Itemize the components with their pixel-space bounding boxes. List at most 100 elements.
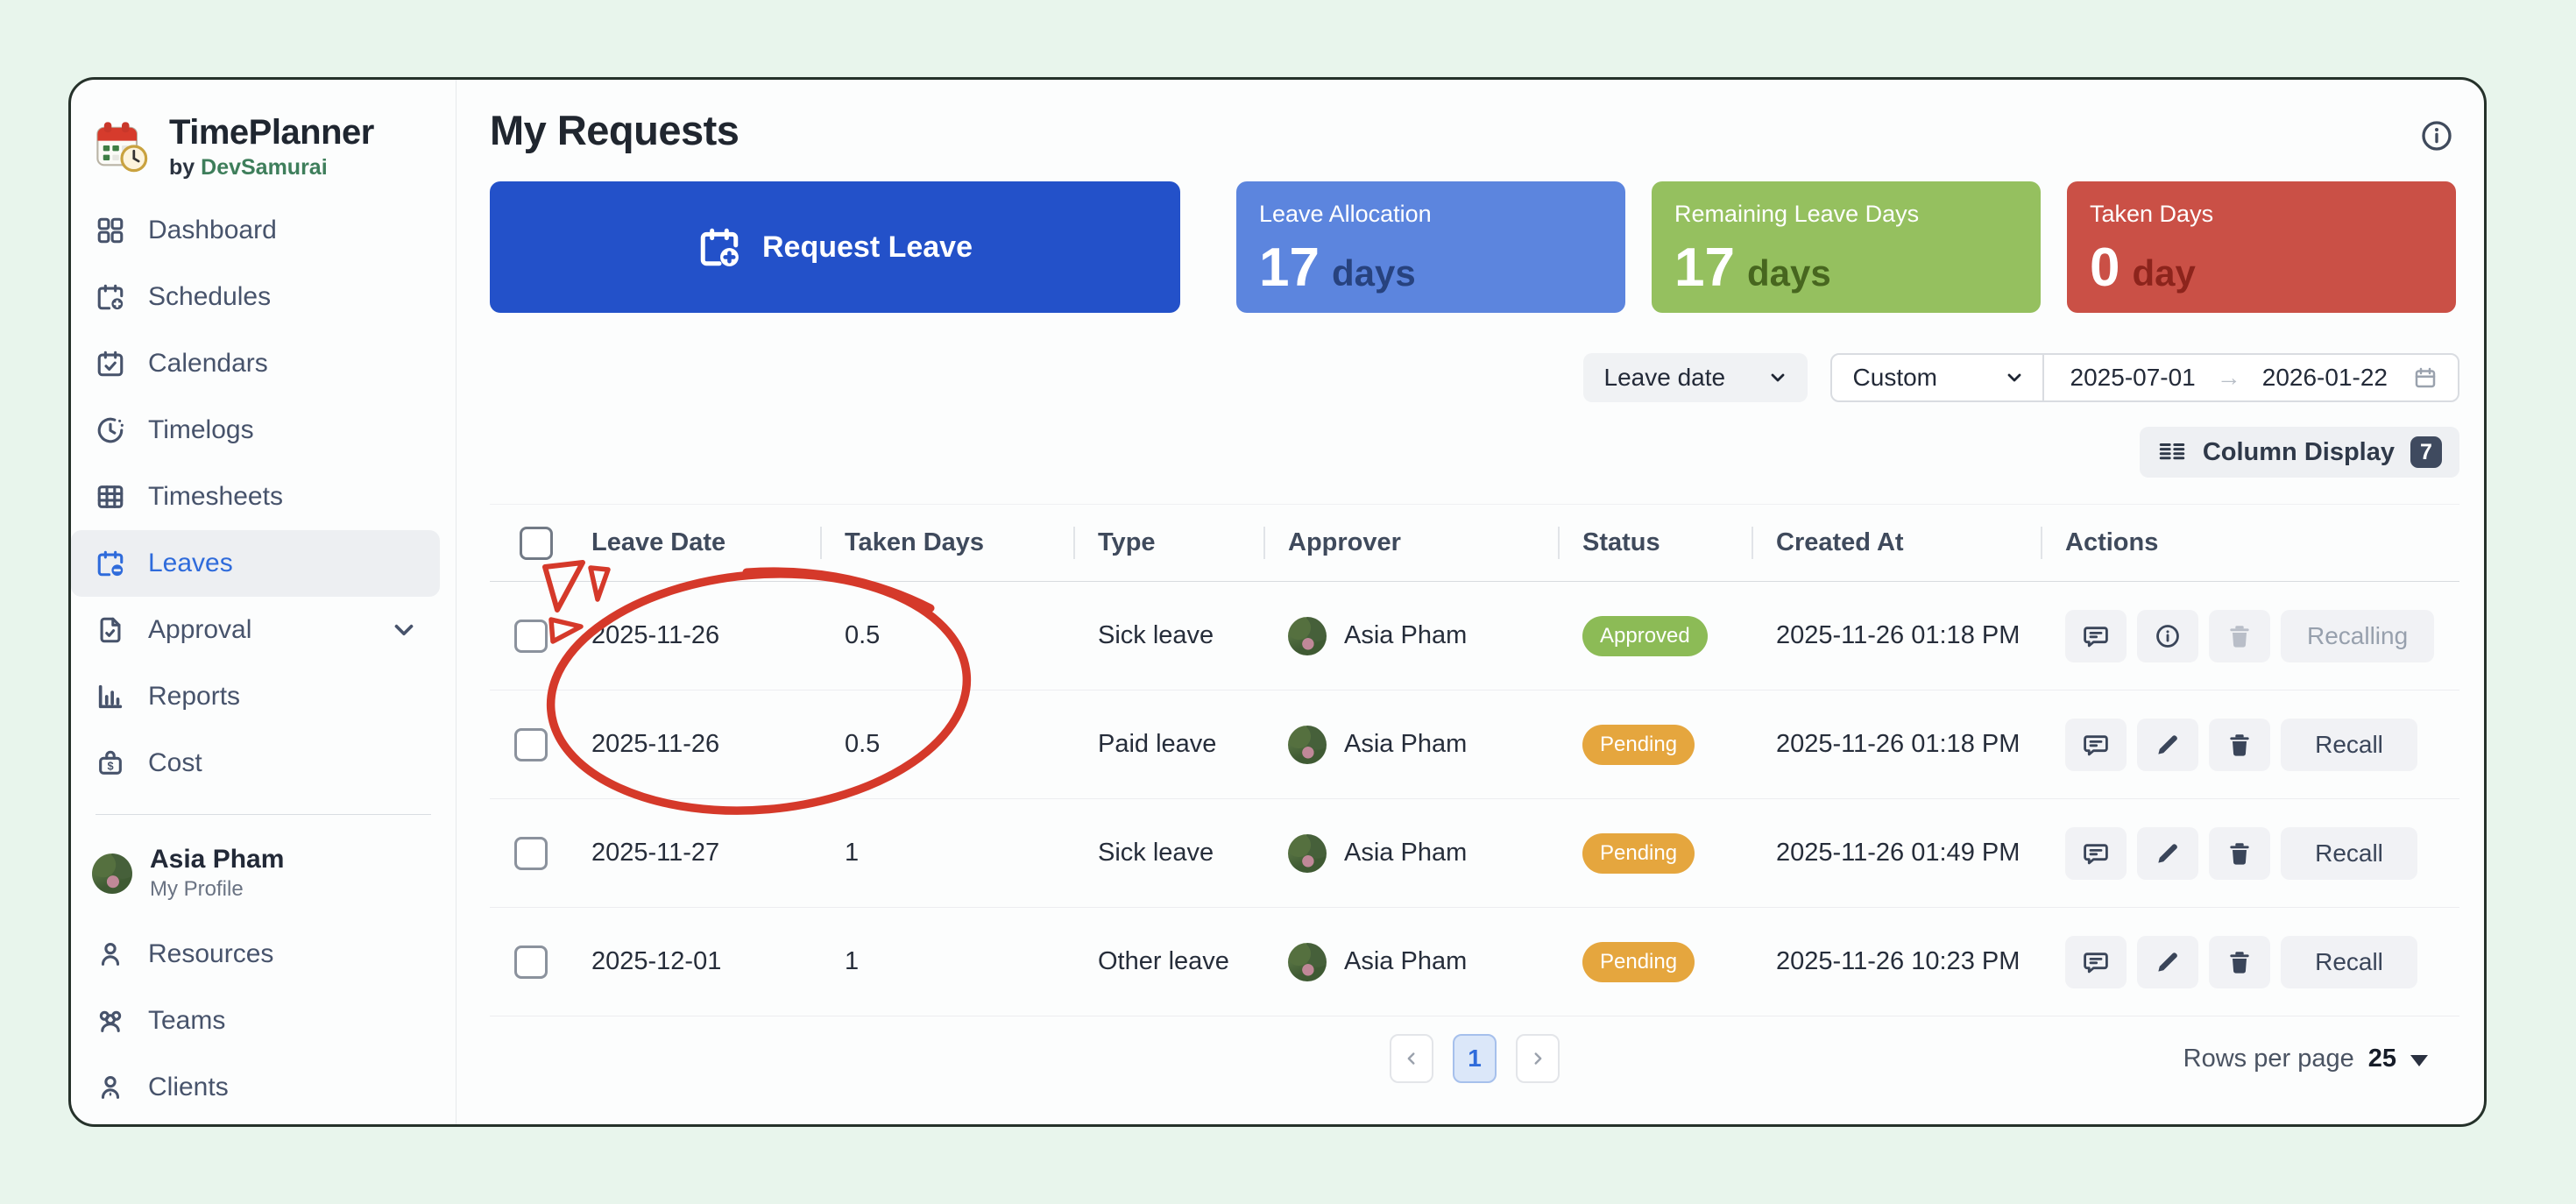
comment-icon [2082,948,2110,976]
comment-button[interactable] [2065,610,2127,662]
sidebar-item-reports[interactable]: Reports [71,663,440,730]
recall-button[interactable]: Recall [2281,936,2417,988]
info-icon[interactable] [2419,118,2454,156]
col-header-approver[interactable]: Approver [1263,505,1558,581]
col-header-created-at[interactable]: Created At [1752,505,2041,581]
profile-card[interactable]: Asia Pham My Profile [71,815,456,910]
select-all-checkbox[interactable] [520,527,553,560]
stat-card-remaining-leave-days: Remaining Leave Days 17 days [1652,181,2041,313]
type-cell: Sick leave [1073,839,1263,868]
clock-icon [96,415,125,445]
sidebar-item-label: Resources [148,939,273,969]
info-circle-icon [2154,622,2182,650]
stat-label: Remaining Leave Days [1674,201,2018,228]
row-checkbox[interactable] [514,945,548,979]
column-display-button[interactable]: Column Display 7 [2140,427,2459,478]
range-mode-value: Custom [1853,364,1937,392]
taken-days-cell: 1 [820,839,1073,868]
stat-unit: days [1332,252,1416,294]
caret-down-icon [2410,1055,2428,1066]
sidebar-item-timelogs[interactable]: Timelogs [71,397,440,464]
approver-name: Asia Pham [1344,621,1467,650]
briefcase-dollar-icon: $ [96,748,125,778]
leave-date-cell: 2025-12-01 [567,947,820,976]
request-leave-button[interactable]: Request Leave [490,181,1180,313]
table-header-row: Leave Date Taken Days Type Approver Stat… [490,505,2459,582]
table-grid-icon [96,482,125,512]
row-checkbox[interactable] [514,728,548,761]
filter-field-select[interactable]: Leave date [1583,353,1808,402]
comment-button[interactable] [2065,936,2127,988]
pencil-icon [2154,731,2182,759]
table-row: 2025-11-26 0.5 Paid leave Asia Pham Pend… [490,691,2459,799]
sidebar-item-calendars[interactable]: Calendars [71,330,440,397]
stat-unit: day [2132,252,2195,294]
sidebar-item-timesheets[interactable]: Timesheets [71,464,440,530]
approver-name: Asia Pham [1344,947,1467,976]
date-range-input[interactable]: 2025-07-01 → 2026-01-22 [2044,355,2458,400]
approver-avatar [1288,726,1327,764]
delete-button[interactable] [2209,719,2270,771]
main-content: My Requests Request Leave [456,80,2484,1124]
stat-label: Taken Days [2090,201,2433,228]
app-title: TimePlanner [169,113,374,152]
next-page-button[interactable] [1516,1034,1560,1083]
pagination-row: 1 Rows per page 25 [490,1016,2459,1101]
col-header-type[interactable]: Type [1073,505,1263,581]
sidebar-item-label: Cost [148,748,202,778]
calendar-minus-icon [96,549,125,578]
columns-icon [2157,437,2187,467]
delete-button[interactable] [2209,936,2270,988]
column-count-badge: 7 [2410,436,2442,468]
recall-button[interactable]: Recall [2281,719,2417,771]
chevron-down-icon[interactable] [389,615,419,645]
edit-button[interactable] [2137,827,2198,880]
sidebar-item-approval[interactable]: Approval [71,597,440,663]
user-icon [96,939,125,969]
app-window: TimePlanner by DevSamurai Dashboard [68,77,2487,1127]
sidebar-item-leaves[interactable]: Leaves [71,530,440,597]
page-1-button[interactable]: 1 [1453,1034,1497,1083]
sidebar-item-resources[interactable]: Resources [71,921,440,988]
edit-button[interactable] [2137,719,2198,771]
trash-icon [2226,622,2254,650]
taken-days-cell: 0.5 [820,621,1073,650]
col-header-leave-date[interactable]: Leave Date [567,505,820,581]
sidebar-item-clients[interactable]: Clients [71,1054,440,1121]
dashboard-icon [96,216,125,245]
sidebar-item-label: Timelogs [148,415,254,445]
prev-page-button[interactable] [1390,1034,1433,1083]
avatar [92,853,132,894]
sidebar-item-dashboard[interactable]: Dashboard [71,197,440,264]
edit-button[interactable] [2137,936,2198,988]
filters-row: Leave date Custom 2025-07-01 → 2026-01-2… [490,353,2459,402]
comment-button[interactable] [2065,827,2127,880]
sidebar-item-teams[interactable]: Teams [71,988,440,1054]
sidebar-item-label: Schedules [148,282,271,312]
chevron-right-icon [1528,1049,1547,1068]
calendar-add-icon [697,225,741,269]
sidebar-item-label: Teams [148,1006,225,1036]
file-check-icon [96,615,125,645]
rows-per-page-label: Rows per page [2183,1045,2354,1073]
row-checkbox[interactable] [514,620,548,653]
col-header-status[interactable]: Status [1558,505,1752,581]
comment-button[interactable] [2065,719,2127,771]
sidebar-item-label: Clients [148,1073,229,1102]
type-cell: Sick leave [1073,621,1263,650]
delete-button[interactable] [2209,827,2270,880]
details-button[interactable] [2137,610,2198,662]
rows-per-page-control[interactable]: Rows per page 25 [2183,1045,2459,1073]
pagination: 1 [1390,1034,1560,1083]
range-mode-select[interactable]: Custom [1832,355,2042,400]
sidebar-item-cost[interactable]: $ Cost [71,730,440,797]
row-checkbox[interactable] [514,837,548,870]
sidebar-item-schedules[interactable]: Schedules [71,264,440,330]
rows-per-page-value: 25 [2368,1045,2396,1073]
filter-field-value: Leave date [1604,364,1726,392]
users-icon [96,1006,125,1036]
client-icon [96,1073,125,1102]
app-logo: TimePlanner by DevSamurai [71,104,456,188]
recall-button[interactable]: Recall [2281,827,2417,880]
col-header-taken-days[interactable]: Taken Days [820,505,1073,581]
